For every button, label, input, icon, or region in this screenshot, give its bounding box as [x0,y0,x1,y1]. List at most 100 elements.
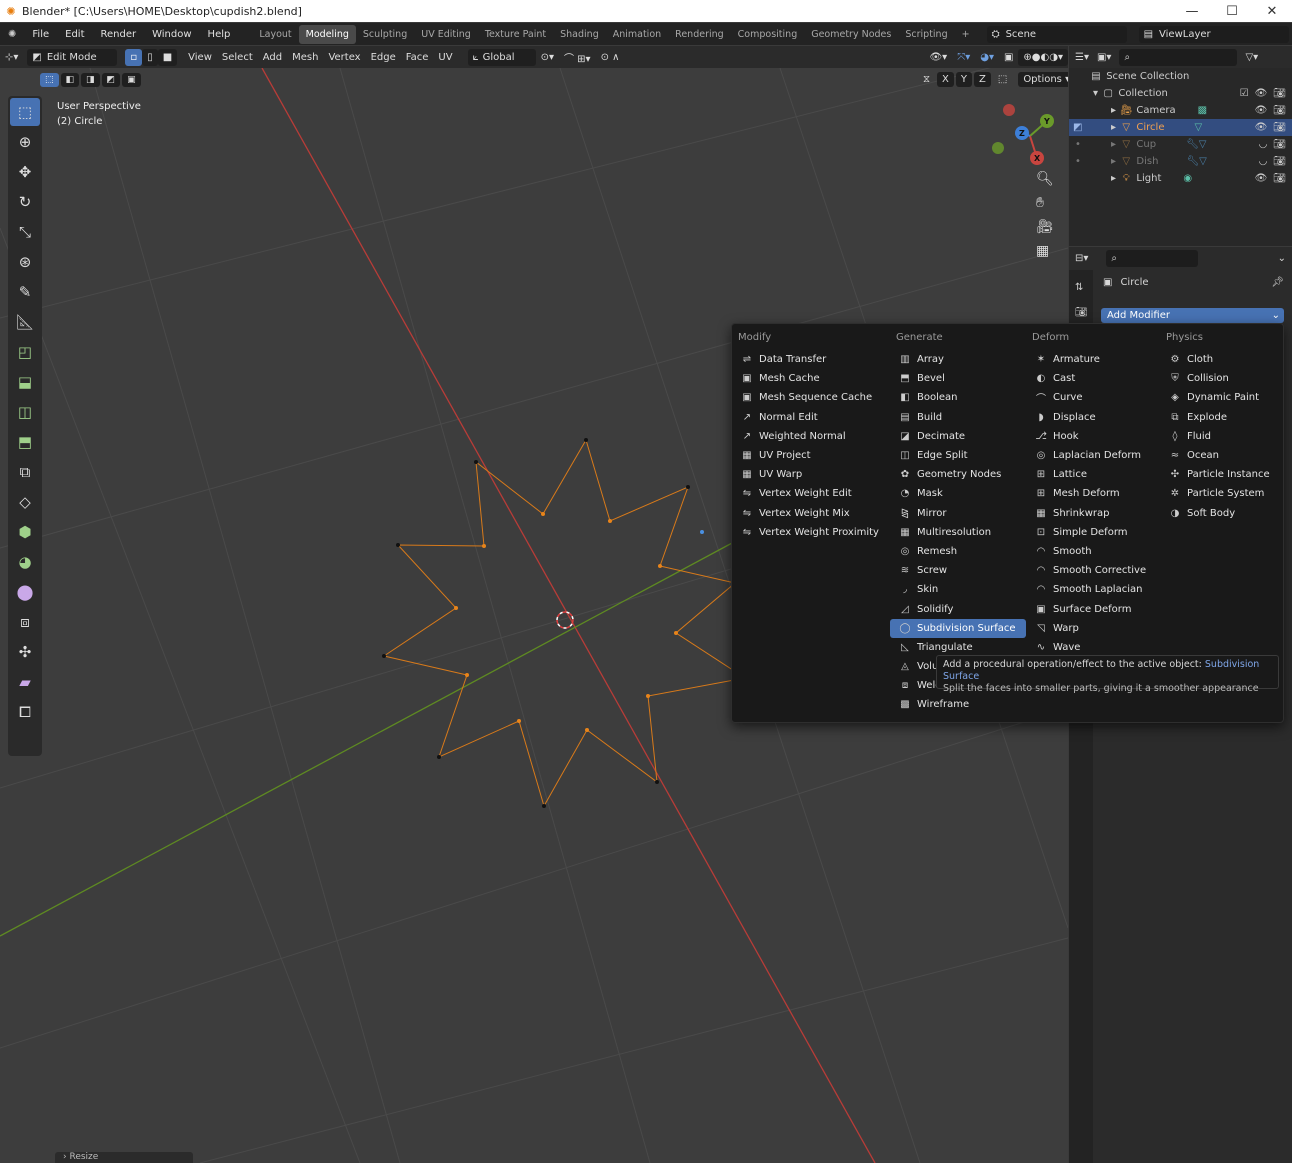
menu-item-explode[interactable]: ⧉ Explode [1160,408,1284,427]
outliner-collection[interactable]: ▾ ▢ Collection ☑ 👁︎ 📷︎ [1069,85,1292,102]
checkbox-icon[interactable]: ☑ [1240,88,1249,99]
menu-item-skin[interactable]: ◞ Skin [890,580,1026,599]
proportional-edit-icon[interactable]: ⊙ ∧ [596,49,625,66]
add-modifier-button[interactable]: Add Modifier ⌄ [1101,308,1284,323]
rotate-tool-icon[interactable]: ↻ [10,188,40,216]
eye-icon[interactable]: 👁︎ [1255,88,1268,99]
menu-item-screw[interactable]: ≋ Screw [890,561,1026,580]
operator-panel[interactable]: › Resize [55,1152,193,1163]
menu-item-mesh-deform[interactable]: ⊞ Mesh Deform [1026,484,1160,503]
menu-item-data-transfer[interactable]: ⇌ Data Transfer [732,350,890,369]
maximize-button[interactable]: ☐ [1212,0,1252,22]
menu-face[interactable]: Face [401,49,434,66]
zoom-icon[interactable]: 🔍︎ [1036,171,1054,187]
shear-icon[interactable]: ▰ [10,668,40,696]
menu-item-edge-split[interactable]: ◫ Edge Split [890,446,1026,465]
navigation-gizmo[interactable]: Y X Z [992,104,1054,165]
eye-icon[interactable]: 👁︎ [1255,173,1268,184]
menu-item-mesh-cache[interactable]: ▣ Mesh Cache [732,369,890,388]
tab-texture-paint[interactable]: Texture Paint [478,25,553,44]
menu-item-uv-warp[interactable]: ▦ UV Warp [732,465,890,484]
measure-tool-icon[interactable]: 📐︎ [10,308,40,336]
pan-hand-icon[interactable]: ✋︎ [1036,195,1054,211]
render-icon[interactable]: 📷︎ [1273,173,1286,184]
menu-item-fluid[interactable]: ◊ Fluid [1160,427,1284,446]
menu-item-geometry-nodes[interactable]: ✿ Geometry Nodes [890,465,1026,484]
outliner-item-dish[interactable]: • ▸ ▽ Dish 🔧︎▽ ◡ 📷︎ [1069,153,1292,170]
render-tab-icon[interactable]: 📷︎ [1075,307,1093,318]
knife-icon[interactable]: ◇ [10,488,40,516]
outliner-item-camera[interactable]: ▸ 🎥︎ Camera ▩ 👁︎ 📷︎ [1069,102,1292,119]
menu-item-dynamic-paint[interactable]: ◈ Dynamic Paint [1160,388,1284,407]
add-cube-icon[interactable]: ◰ [10,338,40,366]
render-icon[interactable]: 📷︎ [1273,139,1286,150]
expand-icon[interactable]: ▸ [1111,156,1116,167]
edit-mode-indicator-icon[interactable]: ◩ [1073,122,1082,133]
menu-item-armature[interactable]: ✶ Armature [1026,350,1160,369]
shrink-fatten-icon[interactable]: ✣ [10,638,40,666]
menu-item-ocean[interactable]: ≈ Ocean [1160,446,1284,465]
eye-icon[interactable]: 👁︎ [1255,105,1268,116]
outliner-editor-icon[interactable]: ☰▾ [1075,52,1089,63]
snap-icon[interactable]: ⌒ ⊞▾ [559,49,596,66]
add-workspace-icon[interactable]: + [955,25,977,44]
orientation-selector[interactable]: ⟀ Global [467,48,536,66]
select-extend-icon[interactable]: ◧ [60,73,80,87]
filter-icon[interactable]: ▽▾ [1245,52,1258,63]
menu-item-cloth[interactable]: ⚙ Cloth [1160,350,1284,369]
axis-z-toggle[interactable]: Z [974,72,991,87]
display-mode-icon[interactable]: ▣▾ [1097,52,1111,63]
menu-uv[interactable]: UV [433,49,457,66]
camera-view-icon[interactable]: 🎥︎ [1036,219,1054,235]
pin-icon[interactable]: 📌︎ [1271,277,1284,288]
menu-view[interactable]: View [183,49,217,66]
menu-file[interactable]: File [24,29,57,40]
face-select-icon[interactable]: ■ [157,48,178,66]
eye-icon[interactable]: 👁︎ [1255,122,1268,133]
viewlayer-selector[interactable]: ▤ ViewLayer [1138,25,1289,43]
transform-tool-icon[interactable]: ⊛ [10,248,40,276]
tab-sculpting[interactable]: Sculpting [356,25,414,44]
expand-icon[interactable]: ▸ [1111,105,1116,116]
menu-item-smooth-corrective[interactable]: ◠ Smooth Corrective [1026,561,1160,580]
render-icon[interactable]: 📷︎ [1273,122,1286,133]
select-new-icon[interactable]: ⬚ [40,73,59,87]
render-icon[interactable]: 📷︎ [1273,88,1286,99]
mode-selector[interactable]: ◩ Edit Mode [27,48,118,66]
tab-uv-editing[interactable]: UV Editing [414,25,478,44]
menu-item-warp[interactable]: ◹ Warp [1026,619,1160,638]
spin-icon[interactable]: ◕ [10,548,40,576]
properties-editor-icon[interactable]: ⊟▾ [1075,253,1088,264]
menu-item-shrinkwrap[interactable]: ▦ Shrinkwrap [1026,504,1160,523]
poly-build-icon[interactable]: ⬢ [10,518,40,546]
menu-add[interactable]: Add [258,49,287,66]
menu-item-decimate[interactable]: ◪ Decimate [890,427,1026,446]
menu-item-smooth-laplacian[interactable]: ◠ Smooth Laplacian [1026,580,1160,599]
menu-vertex[interactable]: Vertex [323,49,365,66]
menu-item-normal-edit[interactable]: ↗ Normal Edit [732,408,890,427]
ortho-grid-icon[interactable]: ▦ [1036,243,1054,259]
tab-rendering[interactable]: Rendering [668,25,731,44]
menu-item-vertex-weight-edit[interactable]: ⇋ Vertex Weight Edit [732,484,890,503]
menu-render[interactable]: Render [93,29,145,40]
menu-edge[interactable]: Edge [366,49,401,66]
menu-item-vertex-weight-mix[interactable]: ⇋ Vertex Weight Mix [732,504,890,523]
menu-item-remesh[interactable]: ◎ Remesh [890,542,1026,561]
outliner-item-cup[interactable]: • ▸ ▽ Cup 🔧︎▽ ◡ 📷︎ [1069,136,1292,153]
overlay-icon[interactable]: ◕▾ [975,49,999,66]
inset-icon[interactable]: ◫ [10,398,40,426]
select-box-icon[interactable]: ⬚ [10,98,40,126]
scene-selector[interactable]: ⛭ Scene [986,25,1127,43]
tab-layout[interactable]: Layout [252,25,298,44]
select-subtract-icon[interactable]: ◨ [81,73,100,87]
menu-item-mask[interactable]: ◔ Mask [890,484,1026,503]
eye-closed-icon[interactable]: ◡ [1259,139,1268,150]
gizmo-icon[interactable]: ⤧▾ [952,49,975,66]
rip-icon[interactable]: ⧠ [10,698,40,726]
menu-item-simple-deform[interactable]: ⊡ Simple Deform [1026,523,1160,542]
expand-icon[interactable]: ▸ [1111,173,1116,184]
menu-window[interactable]: Window [144,29,199,40]
menu-item-lattice[interactable]: ⊞ Lattice [1026,465,1160,484]
auto-merge-icon[interactable]: ⬚ [993,72,1012,87]
editor-type-icon[interactable]: ⊹▾ [0,49,23,66]
